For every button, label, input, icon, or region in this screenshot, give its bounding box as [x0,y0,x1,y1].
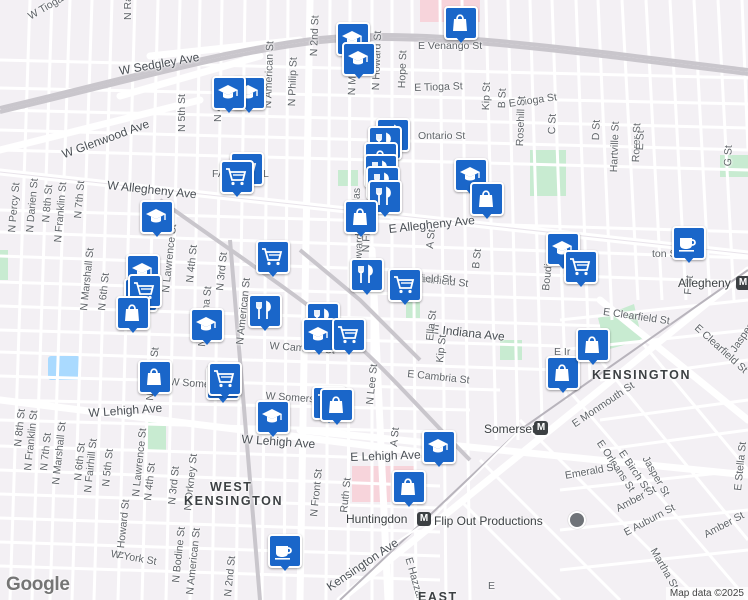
subway-station-icon-somerset[interactable]: M [534,421,548,435]
street-label: N 2nd St [308,15,322,57]
shopping-bag-pin[interactable] [116,296,150,336]
poi-label[interactable]: Huntingdon [346,512,407,526]
street-label: Ontario St [418,130,466,142]
street-label: A St [424,228,438,250]
street-label: Rosehill St [514,95,528,147]
shopping-bag-pin[interactable] [470,182,504,222]
street-label: N 5th St [176,94,188,132]
street-label: G St [722,144,735,167]
shopping-bag-icon [479,190,493,207]
school-icon [308,327,328,341]
street-label: D St [590,119,603,141]
shopping-bag-icon [453,14,467,31]
area-label: KENSINGTON [184,494,284,508]
shopping-bag-pin[interactable] [576,328,610,368]
school-icon [428,439,448,453]
coffee-pin[interactable] [672,226,706,266]
restaurant-pin[interactable] [248,294,282,334]
school-pin[interactable] [212,76,246,116]
grocery-cart-icon [338,326,359,344]
map-canvas[interactable]: W Tioga StN Randolph StW Sedgley AveN 2n… [0,0,748,600]
shopping-bag-icon [353,208,367,225]
grocery-cart-icon [394,276,415,294]
grocery-cart-pin[interactable] [332,318,366,358]
poi-label[interactable]: Flip Out Productions [434,514,543,528]
camera-icon[interactable] [568,511,586,529]
area-label: KENSINGTON [592,368,692,382]
shopping-bag-icon [555,364,569,381]
shopping-bag-pin[interactable] [392,470,426,510]
school-pin[interactable] [256,400,290,440]
grocery-cart-icon [226,168,247,186]
shopping-bag-pin[interactable] [444,6,478,46]
street-label: C St [546,113,559,135]
coffee-icon [275,546,292,560]
school-pin[interactable] [190,308,224,348]
shopping-bag-icon [585,336,599,353]
shopping-bag-pin[interactable] [138,360,172,400]
restaurant-icon [256,300,271,319]
coffee-pin[interactable] [268,534,302,574]
street-label: N Randolph St [122,0,134,20]
school-icon [146,209,166,223]
street-label: B St [496,88,509,109]
street-label: Kip St [480,82,493,111]
street-label: E Lehigh Ave [350,447,421,464]
street-label: N Philip St [286,56,300,107]
grocery-cart-pin[interactable] [208,362,242,402]
street-label: A St [388,426,402,448]
street-label: E St [634,130,647,151]
grocery-cart-pin[interactable] [564,250,598,290]
street-label: B St [470,248,485,270]
school-icon [262,409,282,423]
street-label: E [488,580,496,592]
school-icon [218,85,238,99]
grocery-cart-pin[interactable] [256,240,290,280]
coffee-icon [679,238,696,252]
map-attribution[interactable]: Map data ©2025 [665,587,748,600]
grocery-cart-icon [214,370,235,388]
street-label: E Tioga St [414,80,463,94]
shopping-bag-icon [125,304,139,321]
shopping-bag-icon [401,478,415,495]
shopping-bag-pin[interactable] [320,388,354,428]
google-logo[interactable]: Google [6,574,70,596]
grocery-cart-icon [570,258,591,276]
school-pin[interactable] [140,200,174,240]
street-label: Hartville St [608,121,622,173]
grocery-cart-pin[interactable] [220,160,254,200]
poi-label[interactable]: Allegheny [678,276,731,290]
shopping-bag-icon [147,368,161,385]
school-pin[interactable] [342,42,376,82]
street-label: Hope St [396,50,410,89]
area-label: EAST [418,590,458,600]
school-pin[interactable] [302,318,336,358]
restaurant-pin[interactable] [350,258,384,298]
shopping-bag-pin[interactable] [546,356,580,396]
shopping-bag-pin[interactable] [344,200,378,240]
area-label: WEST [210,480,253,494]
street-label: field St [420,273,453,285]
subway-station-icon-huntingdon[interactable]: M [417,512,431,526]
school-icon [196,317,216,331]
school-pin[interactable] [422,430,456,470]
grocery-cart-icon [262,248,283,266]
school-icon [348,51,368,65]
subway-station-icon-allegheny[interactable]: M [736,276,748,290]
restaurant-icon [358,264,373,283]
shopping-bag-icon [329,396,343,413]
grocery-cart-pin[interactable] [388,268,422,308]
poi-label[interactable]: Somerset [484,422,535,436]
